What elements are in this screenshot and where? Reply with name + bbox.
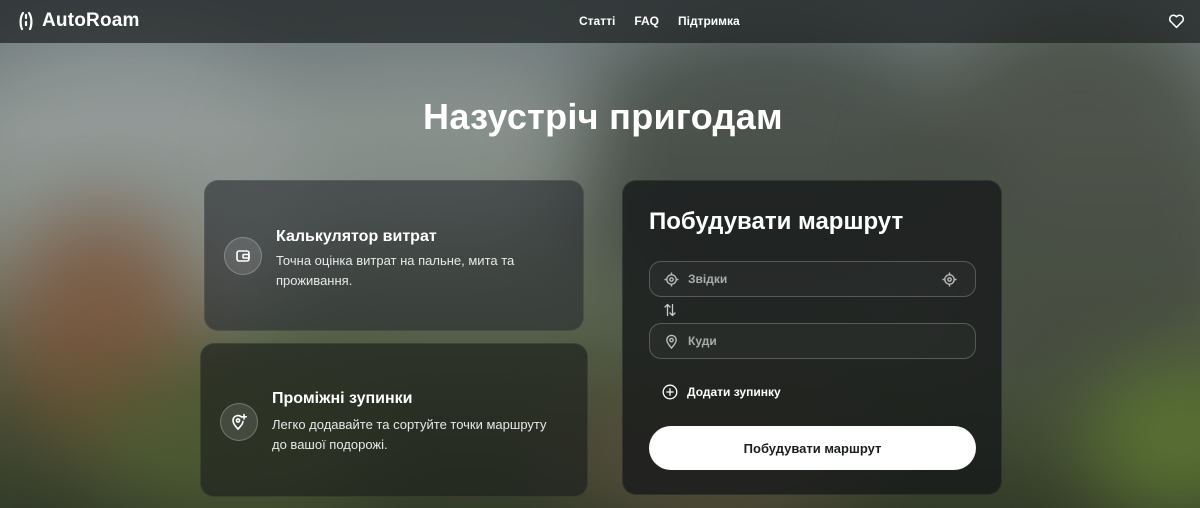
to-input[interactable] (688, 324, 938, 358)
from-field[interactable] (649, 261, 976, 297)
nav-link-faq[interactable]: FAQ (634, 14, 659, 28)
feature-description: Точна оцінка витрат на пальне, мита та п… (276, 253, 515, 288)
locate-me-icon[interactable] (942, 272, 957, 287)
logo[interactable]: AutoRoam (18, 10, 140, 32)
build-route-button[interactable]: Побудувати маршрут (649, 426, 976, 470)
nav-link-support[interactable]: Підтримка (678, 14, 740, 28)
crosshair-icon (664, 272, 679, 287)
background-image (0, 0, 1200, 508)
feature-title: Калькулятор витрат (276, 228, 437, 245)
feature-description: Легко додавайте та сортуйте точки маршру… (272, 417, 547, 452)
feature-title: Проміжні зупинки (272, 390, 413, 407)
map-pin-plus-icon (220, 403, 258, 441)
add-stop-label: Додати зупинку (687, 385, 781, 399)
from-input[interactable] (688, 262, 938, 296)
route-builder-panel: Побудувати маршрут Додати зупинку Побуду… (622, 180, 1002, 495)
swap-icon[interactable] (664, 303, 676, 317)
plus-circle-icon (662, 384, 678, 400)
feature-card-cost-calculator[interactable]: Калькулятор витрат Точна оцінка витрат н… (204, 180, 584, 331)
heart-icon[interactable] (1168, 13, 1185, 29)
map-pin-icon (666, 334, 677, 349)
road-icon (19, 11, 33, 31)
wallet-icon (224, 237, 262, 275)
main-nav: Статті FAQ Підтримка (579, 14, 740, 28)
hero-title: Назустріч пригодам (423, 96, 783, 137)
add-stop-button[interactable]: Додати зупинку (662, 384, 781, 400)
feature-card-stops[interactable]: Проміжні зупинки Легко додавайте та сорт… (200, 343, 588, 497)
to-field[interactable] (649, 323, 976, 359)
top-navbar: AutoRoam Статті FAQ Підтримка (0, 0, 1200, 43)
nav-link-articles[interactable]: Статті (579, 14, 615, 28)
logo-text: AutoRoam (42, 10, 140, 31)
route-panel-title: Побудувати маршрут (649, 208, 904, 235)
